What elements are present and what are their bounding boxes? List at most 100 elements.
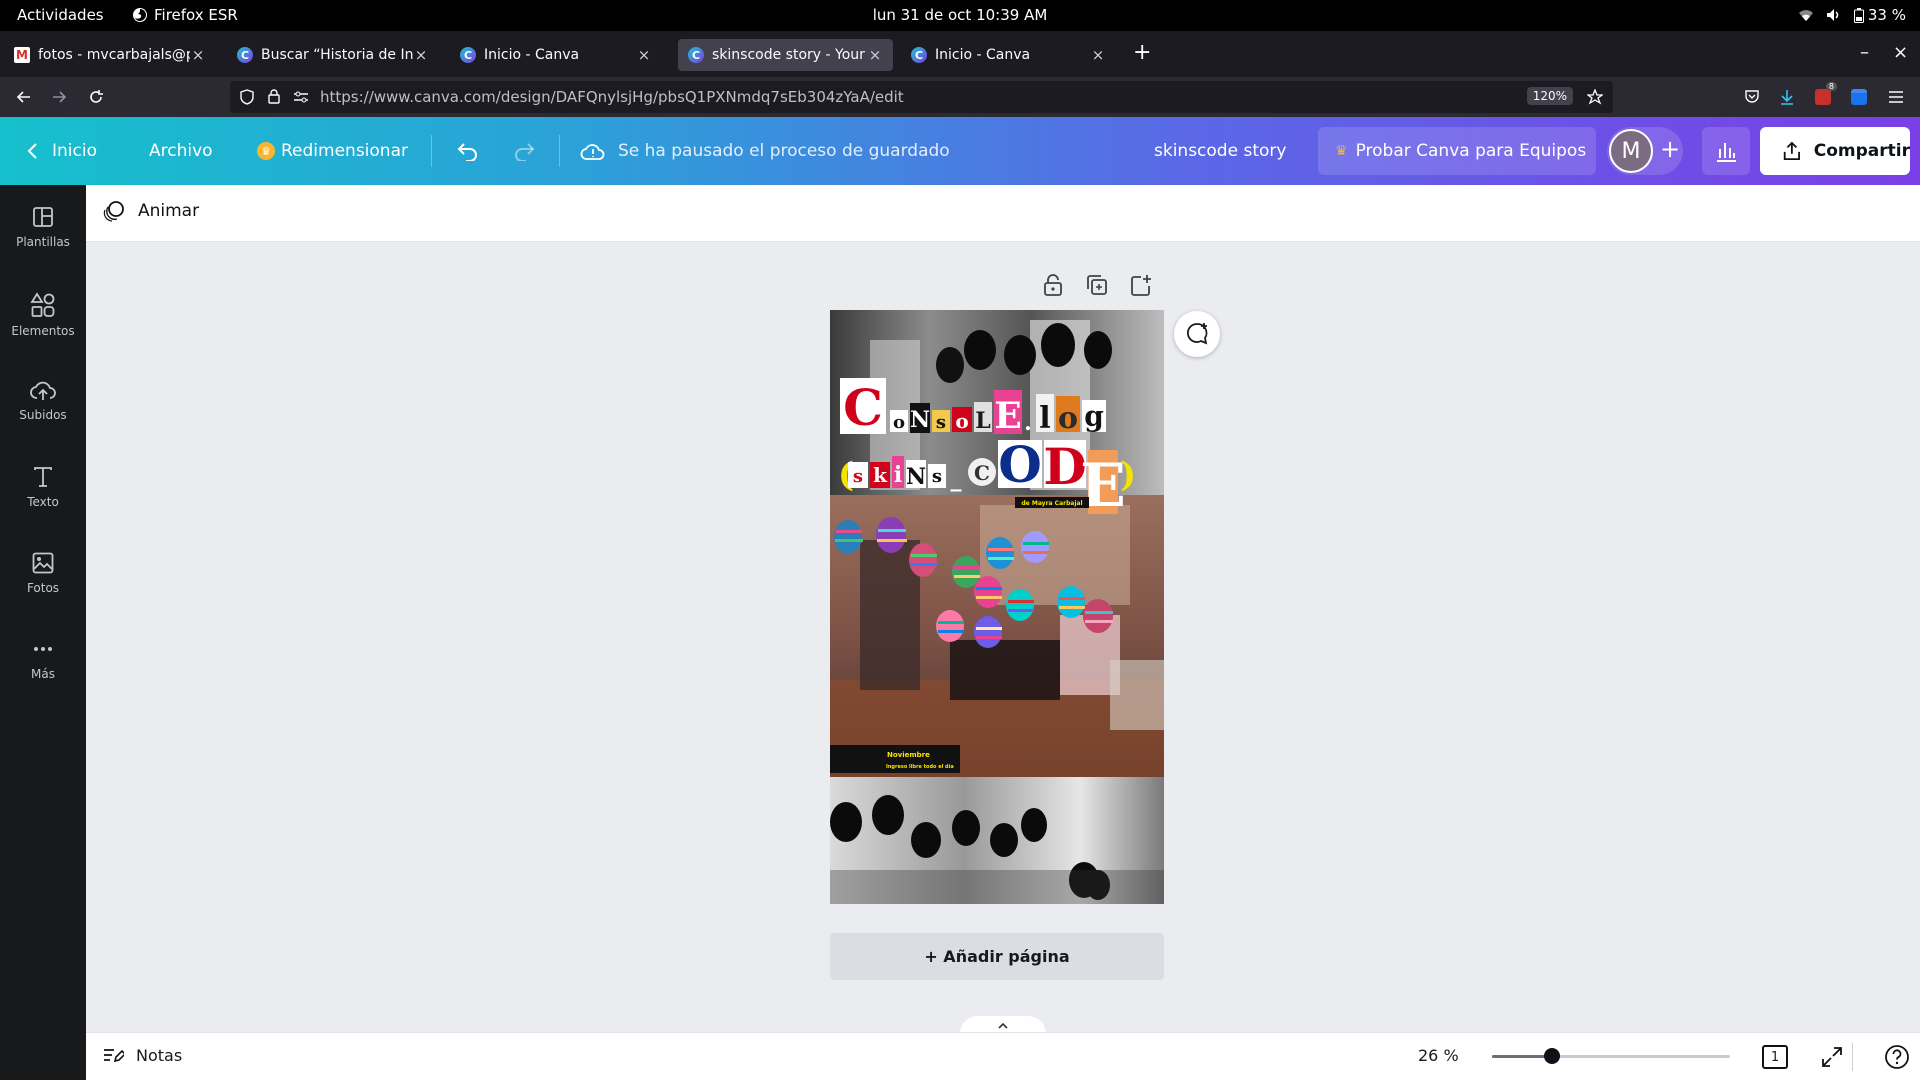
- browser-tab[interactable]: C Inicio - Canva ×: [901, 39, 1116, 71]
- browser-tab[interactable]: C Inicio - Canva ×: [450, 39, 662, 71]
- page-count: 1: [1770, 1049, 1780, 1065]
- animate-button[interactable]: Animar: [102, 199, 199, 223]
- svg-text:_: _: [951, 466, 962, 492]
- browser-tab[interactable]: M fotos - mvcarbajals@pucp ×: [4, 39, 216, 71]
- add-page-button[interactable]: + Añadir página: [830, 933, 1164, 980]
- page-tools: [1040, 272, 1154, 298]
- clock[interactable]: lun 31 de oct 10:39 AM: [0, 6, 1920, 24]
- sidebar-item-label: Elementos: [11, 324, 75, 338]
- file-menu-button[interactable]: Archivo: [149, 117, 213, 185]
- browser-nav-bar: https://www.canva.com/design/DAFQnylsjHg…: [0, 77, 1920, 117]
- date-text: Noviembre: [887, 751, 930, 759]
- extension-badge: 8: [1825, 82, 1837, 91]
- zoom-slider[interactable]: [1492, 1048, 1730, 1064]
- arrow-left-icon: [16, 91, 30, 103]
- sidebar-item-label: Más: [31, 667, 55, 681]
- svg-text:k: k: [873, 463, 888, 487]
- help-button[interactable]: [1884, 1044, 1910, 1074]
- zoom-indicator[interactable]: 120%: [1526, 87, 1573, 105]
- save-status[interactable]: Se ha pausado el proceso de guardado: [580, 117, 950, 185]
- reload-icon: [90, 90, 103, 103]
- design-title[interactable]: skinscode story: [1154, 117, 1286, 185]
- extension-button[interactable]: 8: [1809, 82, 1837, 111]
- insights-button[interactable]: [1702, 127, 1750, 175]
- close-icon[interactable]: ×: [1090, 46, 1106, 64]
- close-icon[interactable]: ×: [636, 46, 652, 64]
- zoom-slider-handle[interactable]: [1544, 1048, 1560, 1064]
- downloads-button[interactable]: [1773, 83, 1801, 111]
- reload-button[interactable]: [82, 83, 110, 111]
- sidebar-item-more[interactable]: Más: [0, 637, 86, 709]
- back-button[interactable]: [10, 83, 38, 111]
- sidebar-item-label: Fotos: [26, 581, 60, 595]
- url-text: https://www.canva.com/design/DAFQnylsjHg…: [320, 88, 904, 106]
- url-bar[interactable]: https://www.canva.com/design/DAFQnylsjHg…: [230, 81, 1613, 113]
- resize-label: Redimensionar: [281, 141, 408, 161]
- canva-icon: C: [237, 47, 253, 63]
- avatar-group[interactable]: M +: [1607, 127, 1683, 175]
- browser-tab[interactable]: C Buscar “Historia de Instag ×: [227, 39, 439, 71]
- text-icon: [34, 467, 52, 487]
- sidebar-item-elements[interactable]: Elementos: [0, 292, 86, 364]
- system-top-bar: Actividades Firefox ESR lun 31 de oct 10…: [0, 0, 1920, 31]
- try-canva-teams-button[interactable]: ♛ Probar Canva para Equipos: [1318, 127, 1596, 175]
- share-button[interactable]: Compartir: [1760, 127, 1910, 175]
- close-window-button[interactable]: ×: [1893, 37, 1908, 69]
- close-icon[interactable]: ×: [867, 46, 883, 64]
- extension-icon: 8: [1815, 82, 1837, 105]
- svg-text:N: N: [906, 464, 926, 490]
- lock-icon: [268, 89, 280, 104]
- system-tray[interactable]: 33 %: [1798, 6, 1906, 24]
- file-label: Archivo: [149, 141, 213, 161]
- avatar[interactable]: M: [1609, 129, 1653, 173]
- pocket-icon: [1745, 90, 1759, 103]
- sidebar-item-templates[interactable]: Plantillas: [0, 205, 86, 277]
- design-title-text: skinscode story: [1154, 141, 1287, 161]
- battery-icon: [1853, 7, 1864, 23]
- share-upload-icon: [1783, 141, 1800, 160]
- redo-button[interactable]: [512, 117, 536, 185]
- header-divider: [431, 135, 432, 167]
- shield-icon: [240, 89, 254, 105]
- home-label: Inicio: [52, 141, 97, 161]
- minimize-button[interactable]: –: [1860, 37, 1869, 69]
- new-tab-button[interactable]: +: [1133, 37, 1151, 69]
- notes-icon: [104, 1049, 124, 1063]
- page-count-button[interactable]: 1: [1762, 1045, 1788, 1069]
- sidebar-item-label: Plantillas: [16, 235, 70, 249]
- tab-title: fotos - mvcarbajals@pucp: [38, 47, 190, 63]
- bookmark-star-icon[interactable]: [1587, 89, 1603, 105]
- svg-text:L: L: [975, 408, 990, 434]
- calendar-extension-button[interactable]: [1845, 83, 1873, 111]
- svg-text:.: .: [1024, 410, 1032, 436]
- browser-tab-active[interactable]: C skinscode story - Your Sto ×: [678, 39, 893, 71]
- svg-text:o: o: [893, 412, 905, 433]
- zoom-percent[interactable]: 26 %: [1418, 1046, 1459, 1065]
- tab-title: Buscar “Historia de Instag: [261, 47, 413, 63]
- sidebar-item-photos[interactable]: Fotos: [0, 551, 86, 623]
- wifi-icon: [1798, 10, 1813, 21]
- add-page-icon[interactable]: [1128, 272, 1154, 298]
- close-icon[interactable]: ×: [190, 46, 206, 64]
- menu-button[interactable]: [1882, 83, 1910, 111]
- svg-text:C: C: [974, 461, 990, 485]
- close-icon[interactable]: ×: [413, 46, 429, 64]
- add-member-icon[interactable]: +: [1660, 137, 1680, 161]
- home-button[interactable]: Inicio: [26, 117, 97, 185]
- sidebar-item-text[interactable]: Texto: [0, 465, 86, 537]
- design-page[interactable]: C o N s o L E . l o g ( s k i N s _ C O …: [830, 310, 1164, 904]
- notes-button[interactable]: Notas: [102, 1045, 182, 1065]
- sidebar-item-uploads[interactable]: Subidos: [0, 378, 86, 450]
- add-comment-button[interactable]: [1174, 311, 1220, 357]
- photos-icon: [32, 552, 54, 574]
- resize-button[interactable]: ♛ Redimensionar: [257, 117, 408, 185]
- duplicate-page-icon[interactable]: [1084, 272, 1110, 298]
- design-collage: C o N s o L E . l o g ( s k i N s _ C O …: [830, 310, 1164, 904]
- fullscreen-button[interactable]: [1820, 1045, 1844, 1073]
- undo-button[interactable]: [456, 117, 480, 185]
- download-icon: [1781, 90, 1793, 105]
- pocket-button[interactable]: [1738, 83, 1766, 111]
- forward-button[interactable]: [45, 83, 73, 111]
- lock-icon[interactable]: [1040, 272, 1066, 298]
- editor-bottom-bar: Notas 26 % 1: [86, 1032, 1920, 1080]
